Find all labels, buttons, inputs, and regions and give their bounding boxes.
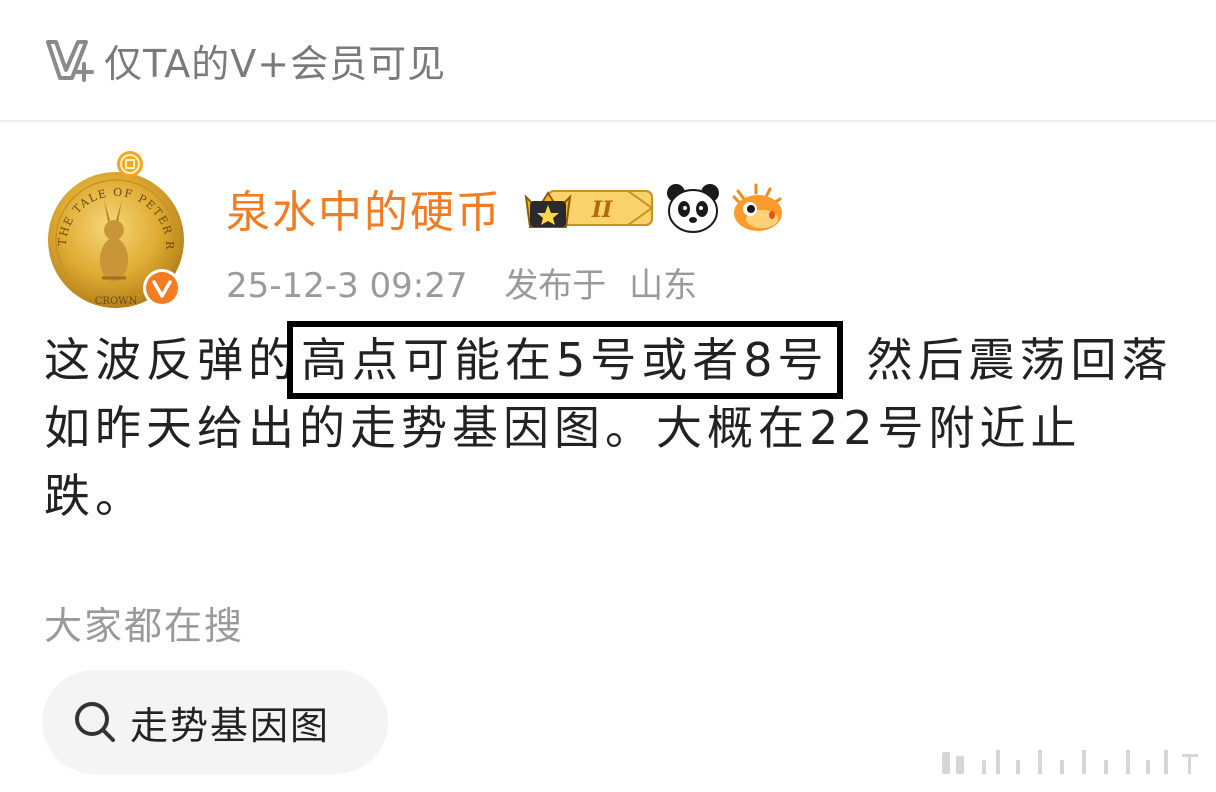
post-body: 这波反弹的高点可能在5号或者8号 然后震荡回落如昨天给出的走势基因图。大概在22号… [44, 321, 1174, 530]
search-chip-text: 走势基因图 [130, 703, 331, 748]
post-meta: 25-12-3 09:27 发布于 山东 [226, 258, 697, 307]
verified-v-icon [143, 269, 181, 307]
location-label: 发布于 [504, 266, 607, 306]
watermark-icon [942, 750, 1198, 774]
v-plus-logo-icon [46, 40, 94, 82]
vip-level-text: II [591, 197, 613, 223]
coin-bottom-text: CROWN [95, 296, 138, 307]
highlighted-text: 高点可能在5号或者8号 [287, 321, 843, 399]
author-row: 泉水中的硬币 II [226, 178, 786, 238]
author-name[interactable]: 泉水中的硬币 [226, 176, 502, 240]
post-timestamp: 25-12-3 09:27 [226, 266, 468, 306]
visibility-text: 仅TA的V+会员可见 [104, 41, 447, 86]
panda-emoji-icon [667, 184, 719, 233]
avatar[interactable]: THE TALE OF PETER RABBIT CROWN [44, 150, 190, 310]
post-text-part1: 这波反弹的 [44, 333, 299, 387]
search-chip[interactable]: 走势基因图 [42, 670, 388, 774]
vip-crown-badge[interactable]: II [522, 183, 654, 233]
coin-ornament-icon [117, 151, 143, 177]
visibility-header: 仅TA的V+会员可见 [44, 30, 446, 90]
divider [0, 120, 1216, 122]
pufferfish-emoji-icon [732, 183, 782, 231]
trending-search-label: 大家都在搜 [44, 604, 245, 648]
post-location: 山东 [629, 266, 698, 306]
search-icon [75, 702, 115, 742]
